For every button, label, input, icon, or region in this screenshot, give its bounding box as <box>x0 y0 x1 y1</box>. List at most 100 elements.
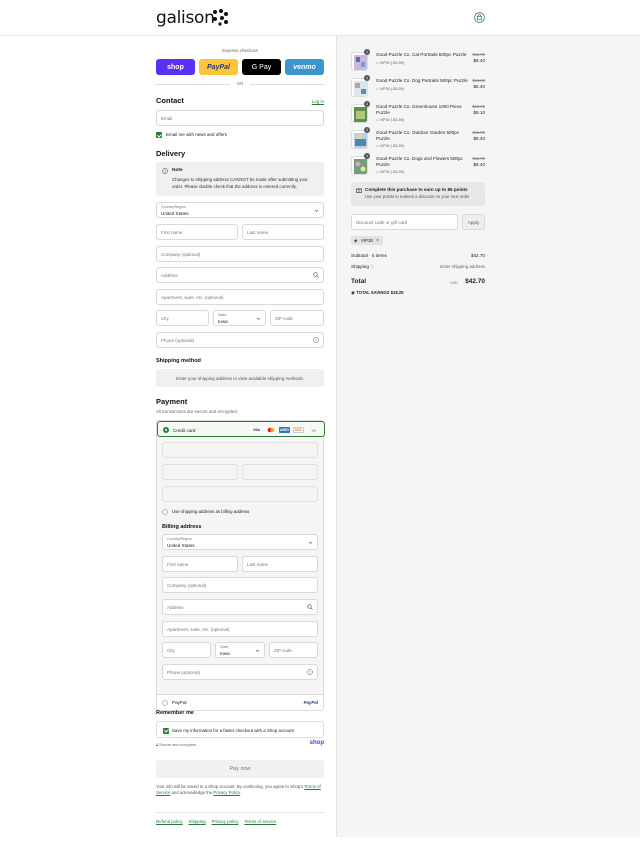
save-info-checkbox[interactable] <box>163 727 169 734</box>
discount-code-input[interactable]: Discount code or gift card <box>351 214 458 230</box>
country-select[interactable]: Country/Region United States <box>156 202 324 218</box>
billing-first-name-placeholder: First name <box>167 562 189 567</box>
legal-text: Your info will be saved to a Shop accoun… <box>156 784 321 796</box>
shipping-value: Enter shipping address <box>440 264 485 269</box>
cart-item: 1 Good Puzzle Co. Outdoor Garden 500pc P… <box>351 127 485 152</box>
billing-last-name-field[interactable]: Last name <box>242 556 318 572</box>
discover-icon: DISC <box>293 427 304 433</box>
refund-policy-link[interactable]: Refund policy <box>156 819 183 824</box>
city-field[interactable]: City <box>156 310 209 326</box>
points-title: Complete this purchase to earn up to 85 … <box>365 187 468 192</box>
zip-field[interactable]: ZIP code <box>270 310 324 326</box>
bag-icon[interactable] <box>474 12 485 23</box>
paypal-radio[interactable] <box>162 700 168 706</box>
news-checkbox[interactable] <box>156 132 162 138</box>
item-discount: ⌂ VIP30 (-$3.59) <box>376 87 405 91</box>
chevron-down-icon <box>256 317 261 320</box>
item-price: $8.40 <box>473 162 486 167</box>
billing-phone-field[interactable]: Phone (optional) ? <box>162 664 318 680</box>
expiration-field[interactable] <box>162 464 238 480</box>
billing-country-value: United States <box>167 543 195 548</box>
paypal-button[interactable]: PayPal <box>199 59 238 75</box>
item-old-price: $11.99 <box>472 52 486 57</box>
billing-zip-field[interactable]: ZIP code <box>269 642 318 658</box>
item-discount: ⌂ VIP30 (-$3.59) <box>376 61 405 65</box>
state-select[interactable]: State Iowa <box>213 310 266 326</box>
mastercard-icon <box>265 427 276 433</box>
total-row: Total USD $42.70 <box>351 278 485 290</box>
total-label: Total <box>351 278 367 285</box>
item-old-price: $11.99 <box>472 156 486 161</box>
info-icon[interactable]: ⓘ <box>370 264 374 269</box>
phone-field[interactable]: Phone (optional) ? <box>156 332 324 348</box>
shipping-link[interactable]: Shipping <box>189 819 206 824</box>
order-summary: 1 Good Puzzle Co. Cat Portraits 500pc Pu… <box>336 36 640 837</box>
privacy-policy-link[interactable]: Privacy policy <box>212 819 239 824</box>
first-name-field[interactable]: First name <box>156 224 238 240</box>
item-discount: ⌂ VIP30 (-$3.59) <box>376 144 405 148</box>
puzzle-image-icon <box>354 133 367 148</box>
paypal-option[interactable]: PayPal PayPal <box>157 694 323 710</box>
quantity-badge: 1 <box>364 153 370 159</box>
billing-zip-placeholder: ZIP code <box>274 648 292 653</box>
rewards-points-banner: Complete this purchase to earn up to 85 … <box>351 182 485 206</box>
points-subtitle: Use your points to redeem a discount on … <box>365 194 470 199</box>
login-link[interactable]: Log in <box>312 99 324 104</box>
country-value: United States <box>161 211 189 216</box>
email-field[interactable]: Email <box>156 110 324 126</box>
savings-icon: ◉ <box>351 290 355 295</box>
billing-country-select[interactable]: Country/Region United States <box>162 534 318 550</box>
apartment-field[interactable]: Apartment, suite, etc. (optional) <box>156 289 324 305</box>
billing-first-name-field[interactable]: First name <box>162 556 238 572</box>
shipping-row: Shipping ⓘ Enter shipping address <box>351 264 485 272</box>
country-label: Country/Region <box>161 205 186 209</box>
billing-company-field[interactable]: Company (optional) <box>162 577 318 593</box>
or-text: OR <box>236 81 244 86</box>
terms-of-service-link[interactable]: Terms of service <box>244 819 276 824</box>
phone-placeholder: Phone (optional) <box>161 338 195 343</box>
pay-now-button[interactable]: Pay now <box>156 760 324 778</box>
shipping-method-box: Enter your shipping address to view avai… <box>156 369 324 387</box>
billing-state-value: Iowa <box>220 651 230 656</box>
billing-apartment-field[interactable]: Apartment, suite, etc. (optional) <box>162 621 318 637</box>
billing-address-heading: Billing address <box>162 524 202 530</box>
payment-methods: Credit card VISA AMEX DISC +5 Use shippi… <box>156 420 325 711</box>
payment-heading: Payment <box>156 397 188 406</box>
total-value: $42.70 <box>465 278 485 285</box>
apartment-placeholder: Apartment, suite, etc. (optional) <box>161 295 224 300</box>
name-on-card-field[interactable] <box>162 486 318 502</box>
company-field[interactable]: Company (optional) <box>156 246 324 262</box>
search-icon <box>313 272 319 278</box>
last-name-field[interactable]: Last name <box>242 224 324 240</box>
credit-card-radio[interactable] <box>163 427 169 433</box>
payment-subtitle: All transactions are secure and encrypte… <box>156 409 239 414</box>
billing-address-field[interactable]: Address <box>162 599 318 615</box>
shop-pay-button[interactable]: shop <box>156 59 195 75</box>
address-field[interactable]: Address <box>156 267 324 283</box>
state-value: Iowa <box>218 319 228 324</box>
secure-text: 🔒︎ Secure and encrypted <box>156 743 197 747</box>
card-number-field[interactable] <box>162 442 318 458</box>
logo-dots-icon <box>213 9 228 26</box>
logo[interactable]: galison <box>156 8 215 28</box>
security-code-field[interactable] <box>242 464 318 480</box>
visa-icon: VISA <box>251 427 262 433</box>
privacy-link[interactable]: Privacy Policy <box>213 790 239 795</box>
savings-label: TOTAL SAVINGS <box>356 290 390 295</box>
billing-state-select[interactable]: State Iowa <box>215 642 265 658</box>
apply-button[interactable]: Apply <box>462 214 485 230</box>
credit-card-label: Credit card <box>173 427 196 433</box>
help-circle-icon[interactable]: ? <box>307 669 313 675</box>
google-pay-button[interactable]: G Pay <box>242 59 281 75</box>
remove-discount-icon[interactable]: × <box>376 238 379 244</box>
credit-card-option[interactable]: Credit card VISA AMEX DISC +5 <box>157 421 325 437</box>
last-name-placeholder: Last name <box>247 230 269 235</box>
chevron-down-icon <box>255 649 260 652</box>
help-circle-icon[interactable]: ? <box>313 337 319 343</box>
search-icon <box>307 604 313 610</box>
news-label: Email me with news and offers <box>166 132 227 137</box>
use-shipping-checkbox[interactable] <box>162 509 168 515</box>
venmo-button[interactable]: venmo <box>285 59 324 75</box>
remember-me-box: Save my information for a faster checkou… <box>156 721 324 738</box>
billing-city-field[interactable]: City <box>162 642 211 658</box>
